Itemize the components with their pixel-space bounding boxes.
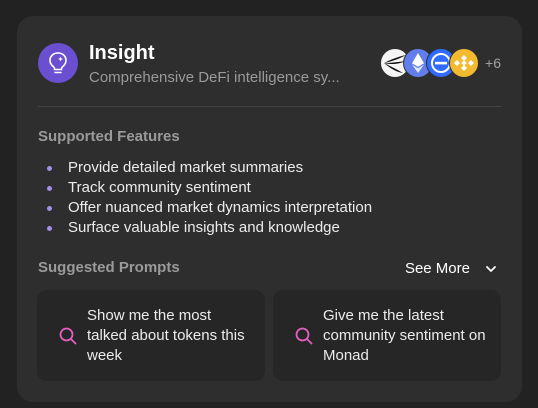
suggested-prompt-card[interactable]: Show me the most talked about tokens thi… [37, 290, 265, 381]
feature-text: Surface valuable insights and knowledge [68, 219, 340, 236]
more-tokens-count[interactable]: +6 [485, 55, 501, 71]
suggested-prompt-card[interactable]: Give me the latest community sentiment o… [273, 290, 501, 381]
bnb-icon [449, 48, 480, 78]
feature-text: Provide detailed market summaries [68, 159, 304, 176]
search-icon [58, 326, 78, 346]
feature-text: Offer nuanced market dynamics interpreta… [68, 199, 373, 216]
bullet-dot [47, 206, 52, 211]
list-item: Surface valuable insights and knowledge [45, 218, 372, 238]
feature-text: Track community sentiment [68, 179, 251, 196]
header-divider [38, 106, 501, 107]
lightbulb-icon [38, 43, 78, 83]
prompt-text: Give me the latest community sentiment o… [323, 307, 486, 364]
list-item: Offer nuanced market dynamics interpreta… [45, 198, 372, 218]
list-item: Provide detailed market summaries [45, 158, 372, 178]
search-icon [294, 326, 314, 346]
list-item: Track community sentiment [45, 178, 372, 198]
bullet-dot [47, 186, 52, 191]
see-more-button[interactable]: See More [405, 259, 498, 279]
agent-card: Insight Comprehensive DeFi intelligence … [17, 16, 522, 402]
chevron-down-icon [484, 262, 498, 276]
supported-features-heading: Supported Features [38, 128, 180, 145]
features-list: Provide detailed market summaries Track … [45, 158, 372, 238]
suggested-prompts-heading: Suggested Prompts [38, 259, 180, 276]
prompt-text: Show me the most talked about tokens thi… [87, 307, 245, 364]
supported-tokens: +6 [380, 48, 501, 78]
bullet-dot [47, 166, 52, 171]
bullet-dot [47, 226, 52, 231]
card-header: Insight Comprehensive DeFi intelligence … [38, 41, 501, 89]
agent-subtitle: Comprehensive DeFi intelligence sy... [89, 69, 340, 86]
agent-title: Insight [89, 42, 155, 64]
see-more-label: See More [404, 260, 470, 277]
